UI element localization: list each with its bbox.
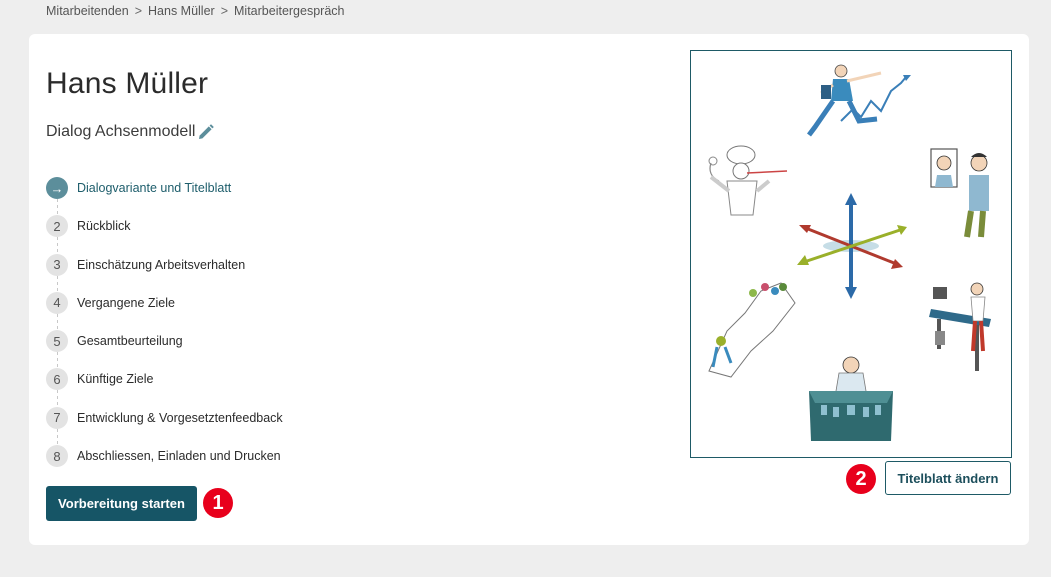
start-preparation-button[interactable]: Vorbereitung starten [46,486,197,521]
step-8[interactable]: 8 Abschliessen, Einladen und Drucken [46,445,446,483]
arrow-right-icon: → [46,177,68,199]
annotation-badge-2: 2 [846,464,876,494]
breadcrumb-item-current: Mitarbeitergespräch [234,4,345,18]
step-label: Entwicklung & Vorgesetztenfeedback [77,410,283,425]
step-connector [57,237,58,254]
dialog-model-label: Dialog Achsenmodell [46,123,196,140]
step-label: Künftige Ziele [77,372,154,387]
step-label: Dialogvariante und Titelblatt [77,181,232,195]
step-1[interactable]: → Dialogvariante und Titelblatt [46,177,446,216]
step-connector [57,275,58,292]
step-number: 3 [46,253,68,276]
annotation-badge-1: 1 [203,488,233,518]
step-number: 2 [46,215,68,238]
step-label: Abschliessen, Einladen und Drucken [77,449,281,464]
climbers-figure [708,282,796,378]
step-5[interactable]: 5 Gesamtbeurteilung [46,330,446,369]
step-connector [57,199,58,216]
step-label: Gesamtbeurteilung [77,334,183,349]
breadcrumb: Mitarbeitenden > Hans Müller > Mitarbeit… [46,4,344,18]
step-list: → Dialogvariante und Titelblatt 2 Rückbl… [46,177,446,483]
step-connector [57,352,58,369]
step-number: 7 [46,406,68,429]
breadcrumb-item-employee[interactable]: Hans Müller [148,4,215,18]
step-label: Einschätzung Arbeitsverhalten [77,257,246,272]
axis-model [797,193,907,299]
control-desk-figure [809,356,893,441]
step-number: 4 [46,291,68,314]
axis-model-illustration [708,64,991,441]
portrait-figure [930,148,989,238]
chef-figure [708,145,788,216]
step-7[interactable]: 7 Entwicklung & Vorgesetztenfeedback [46,406,446,446]
breadcrumb-item-mitarbeitenden[interactable]: Mitarbeitenden [46,4,129,18]
step-connector [57,428,58,446]
step-label: Rückblick [77,219,131,234]
step-3[interactable]: 3 Einschätzung Arbeitsverhalten [46,253,446,292]
step-connector [57,313,58,331]
dialog-model-title: Dialog Achsenmodell [46,123,215,141]
step-6[interactable]: 6 Künftige Ziele [46,368,446,407]
breadcrumb-separator: > [134,4,143,18]
step-2[interactable]: 2 Rückblick [46,215,446,254]
step-number: 5 [46,330,68,353]
step-label: Vergangene Ziele [77,295,175,310]
step-connector [57,390,58,407]
runner-figure [807,64,911,137]
step-number: 6 [46,368,68,391]
main-card: Hans Müller Dialog Achsenmodell → Dialog… [29,34,1029,545]
cover-illustration [690,50,1012,458]
desk-figure [929,282,991,371]
pencil-icon[interactable] [197,123,215,141]
breadcrumb-separator: > [220,4,229,18]
step-number: 8 [46,445,68,468]
step-4[interactable]: 4 Vergangene Ziele [46,291,446,331]
change-cover-button[interactable]: Titelblatt ändern [885,461,1011,495]
page-title: Hans Müller [46,67,209,100]
